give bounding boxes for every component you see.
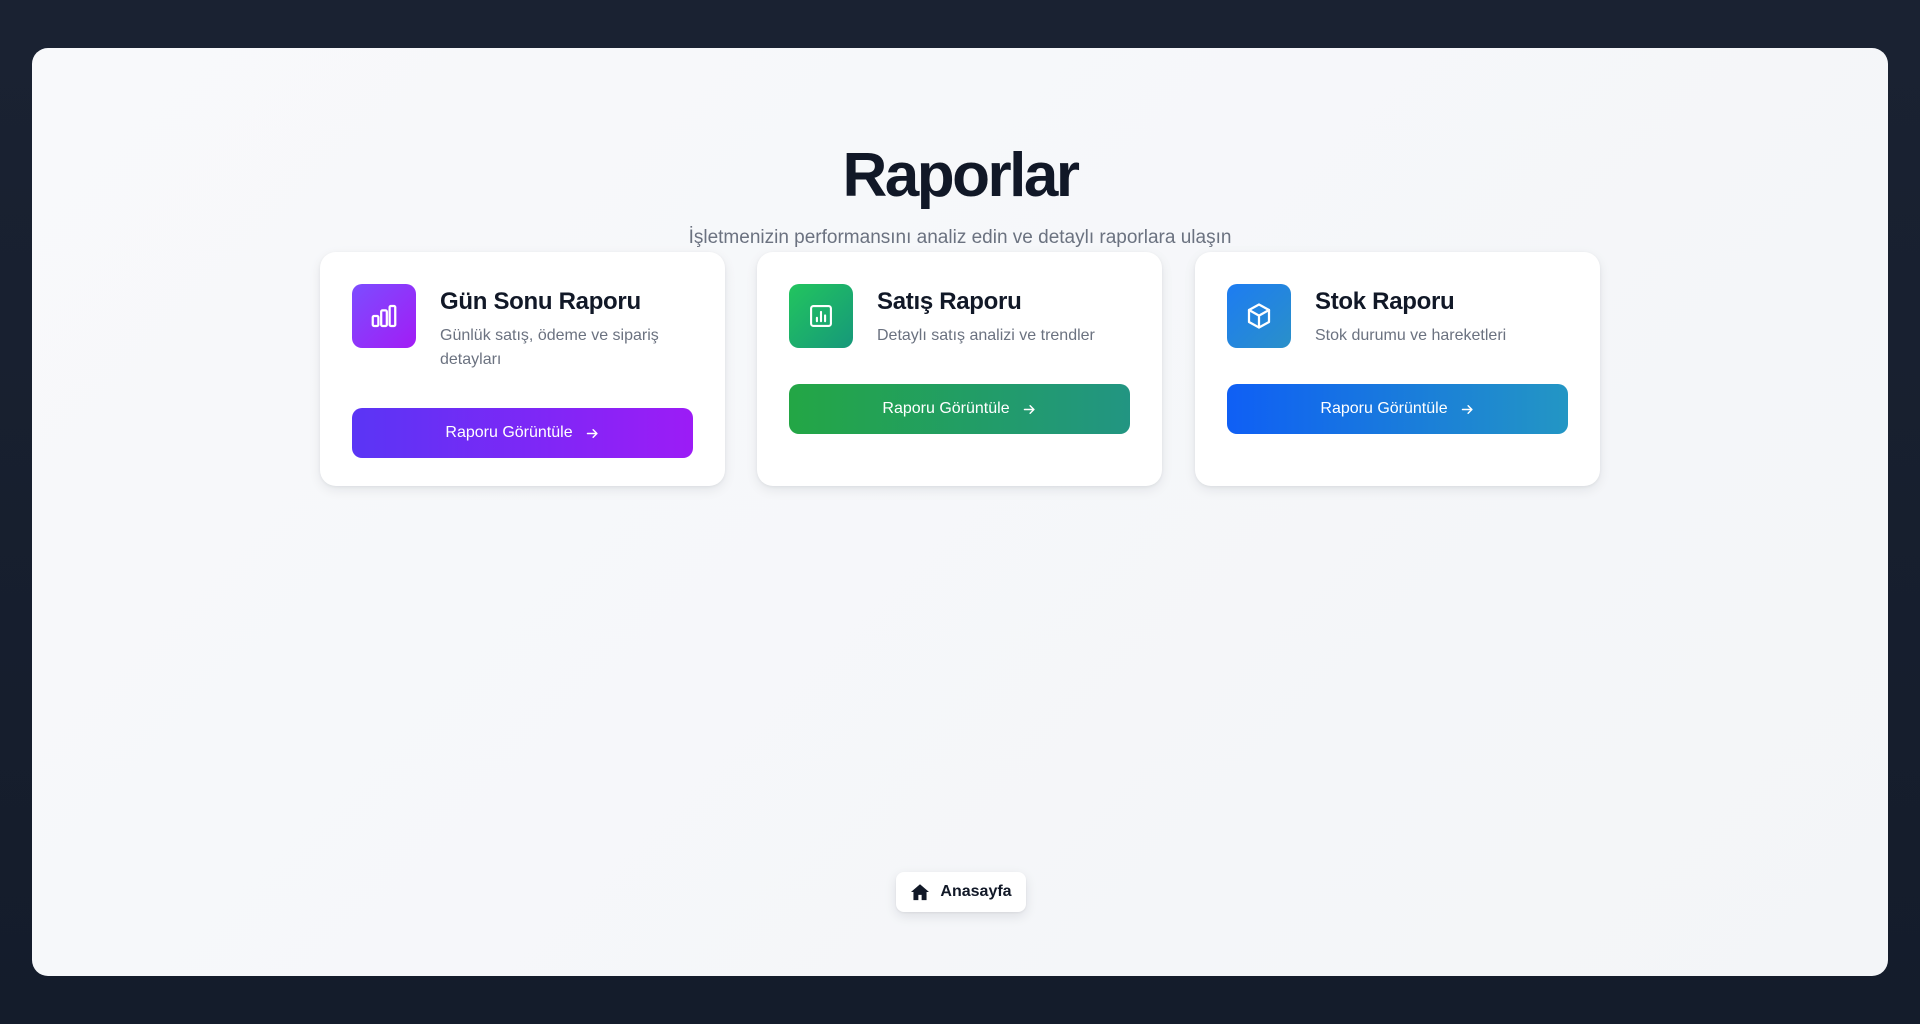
button-label: Raporu Görüntüle bbox=[882, 400, 1010, 417]
card-title: Satış Raporu bbox=[877, 288, 1022, 315]
arrow-right-icon bbox=[1460, 402, 1475, 417]
view-stock-report-button[interactable]: Raporu Görüntüle bbox=[1227, 384, 1568, 434]
report-card-end-of-day: Gün Sonu Raporu Günlük satış, ödeme ve s… bbox=[320, 252, 725, 486]
arrow-right-icon bbox=[585, 426, 600, 441]
page-subtitle: İşletmenizin performansını analiz edin v… bbox=[688, 227, 1232, 248]
view-end-of-day-report-button[interactable]: Raporu Görüntüle bbox=[352, 408, 693, 458]
home-label: Anasayfa bbox=[940, 883, 1012, 900]
button-label: Raporu Görüntüle bbox=[445, 424, 573, 441]
home-icon bbox=[910, 883, 930, 901]
page-title: Raporlar bbox=[842, 141, 1080, 210]
arrow-right-icon bbox=[1022, 402, 1037, 417]
view-sales-report-button[interactable]: Raporu Görüntüle bbox=[789, 384, 1130, 434]
card-description: Günlük satış, ödeme ve sipariş detayları bbox=[440, 327, 659, 368]
button-label: Raporu Görüntüle bbox=[1320, 400, 1448, 417]
home-button[interactable]: Anasayfa bbox=[896, 872, 1026, 912]
box-icon bbox=[1227, 284, 1291, 348]
report-card-sales: Satış Raporu Detaylı satış analizi ve tr… bbox=[757, 252, 1162, 486]
report-card-stock: Stok Raporu Stok durumu ve hareketleri R… bbox=[1195, 252, 1600, 486]
reports-panel: Raporlar İşletmenizin performansını anal… bbox=[32, 48, 1888, 976]
bar-chart-icon bbox=[352, 284, 416, 348]
card-title: Stok Raporu bbox=[1315, 288, 1455, 315]
card-description: Detaylı satış analizi ve trendler bbox=[877, 327, 1095, 344]
chart-square-icon bbox=[789, 284, 853, 348]
card-description: Stok durumu ve hareketleri bbox=[1315, 327, 1507, 344]
card-title: Gün Sonu Raporu bbox=[440, 288, 641, 315]
